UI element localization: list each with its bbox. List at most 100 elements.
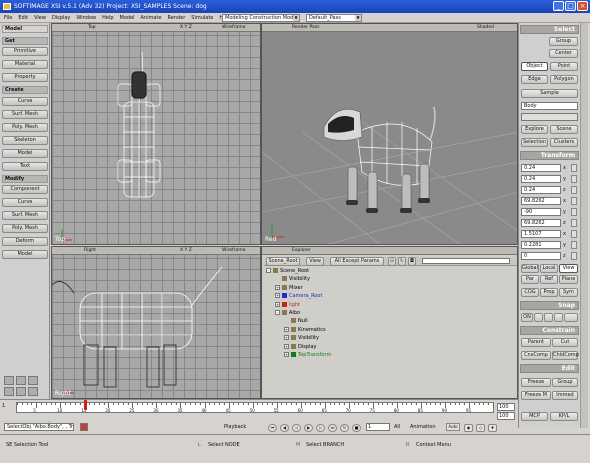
kpl-button[interactable]: KP/L (550, 412, 578, 421)
viewport-right-name[interactable]: Right (84, 247, 96, 255)
translation-y-field[interactable]: 0.2281 (521, 241, 561, 249)
edge-select-button[interactable]: Edge (521, 75, 548, 84)
menu-edit[interactable]: Edit (18, 15, 28, 21)
stop-icon[interactable]: ■ (352, 424, 361, 432)
sample-select-button[interactable]: Sample (521, 89, 578, 98)
command-line-input[interactable]: SelectObj "Aibo.Body", , True (4, 423, 74, 431)
key-remove-icon[interactable]: ◇ (476, 424, 485, 432)
last-frame-icon[interactable]: ⏭ (328, 424, 337, 432)
explorer-tree-item[interactable]: + Camera_Root (275, 293, 322, 299)
viewport-top-name[interactable]: Top (88, 24, 96, 32)
material-button[interactable]: Material (2, 60, 48, 69)
deform-button[interactable]: Deform (2, 237, 48, 246)
close-button[interactable]: × (577, 1, 588, 11)
modify-curve-button[interactable]: Curve (2, 198, 48, 207)
point-select-button[interactable]: Point (550, 62, 578, 71)
object-select-button[interactable]: Object (521, 62, 548, 71)
spinner-icon[interactable] (571, 230, 577, 238)
expand-icon[interactable]: + (275, 293, 280, 299)
spinner-icon[interactable] (571, 164, 577, 172)
viewport-render-mode[interactable]: Shaded (477, 24, 494, 32)
maximize-button[interactable]: □ (565, 1, 576, 11)
scale-y-field[interactable]: 0.24 (521, 175, 561, 183)
prop-button[interactable]: Prop (540, 288, 558, 297)
viewport-render-name[interactable]: Render Pass (292, 24, 319, 32)
explorer-tree-item[interactable]: + Mixer (275, 284, 303, 291)
explore-button[interactable]: Explore (521, 125, 548, 134)
property-button[interactable]: Property (2, 73, 48, 82)
par-ref-button[interactable]: Par (521, 275, 539, 284)
explorer-tree-item[interactable]: + Display (284, 343, 316, 350)
cut-button[interactable]: Cut (552, 338, 578, 347)
timeline-end-frame[interactable]: 100 (497, 403, 515, 411)
parent-button[interactable]: Parent (521, 338, 551, 347)
tool-icon[interactable] (4, 387, 14, 396)
mode-dropdown[interactable]: Modeling Construction Mode ▼ (222, 14, 300, 22)
spinner-icon[interactable] (571, 208, 577, 216)
spinner-icon[interactable] (571, 175, 577, 183)
loop-icon[interactable]: ↻ (340, 424, 349, 432)
menu-render[interactable]: Render (167, 15, 185, 21)
menu-file[interactable]: File (4, 15, 12, 21)
immed-button[interactable]: Immed (552, 391, 578, 400)
group-select-button[interactable]: Group (549, 37, 578, 46)
explorer-tree-item[interactable]: + TopTransform (284, 352, 331, 358)
viewport-right-mode[interactable]: Wireframe (222, 247, 245, 255)
cnscomp-button[interactable]: CnsComp (521, 351, 551, 360)
snap-point-icon[interactable] (534, 313, 543, 322)
view-ref-button[interactable]: View (559, 264, 578, 273)
sym-button[interactable]: Sym (559, 288, 578, 297)
collapse-icon[interactable]: - (266, 268, 271, 273)
model-toolbar-label[interactable]: Model (2, 25, 48, 33)
menu-model[interactable]: Model (120, 15, 135, 21)
right-panel-scrollbar[interactable] (580, 23, 588, 428)
viewport-right[interactable]: Right X Y Z Wireframe Right (51, 246, 261, 399)
create-surf-mesh-button[interactable]: Surf. Mesh (2, 110, 48, 119)
expand-icon[interactable]: + (284, 326, 289, 332)
spinner-icon[interactable] (571, 252, 577, 260)
menu-help[interactable]: Help (102, 15, 113, 21)
menu-window[interactable]: Window (76, 15, 96, 21)
explorer-tree-item[interactable]: - Aibo (275, 310, 300, 316)
spinner-icon[interactable] (571, 197, 577, 205)
create-curve-button[interactable]: Curve (2, 97, 48, 106)
options-icon[interactable]: ◘ (408, 257, 416, 266)
expand-icon[interactable]: + (284, 335, 289, 341)
modify-poly-mesh-button[interactable]: Poly. Mesh (2, 224, 48, 233)
minimize-button[interactable]: _ (553, 1, 564, 11)
ref-ref-button[interactable]: Ref (540, 275, 558, 284)
component-button[interactable]: Component (2, 185, 48, 194)
explorer-search-input[interactable] (422, 258, 510, 264)
explorer-tree-item[interactable]: Null (284, 318, 308, 324)
rotation-z-field[interactable]: 69.8262 (521, 219, 561, 227)
expand-icon[interactable]: + (275, 284, 280, 290)
key-icon[interactable]: ◆ (464, 424, 473, 432)
prev-key-icon[interactable]: ◀ (280, 424, 289, 432)
first-frame-icon[interactable]: ⏮ (268, 424, 277, 432)
selection-list-field[interactable] (521, 113, 578, 121)
refresh-icon[interactable]: ↻ (398, 257, 406, 266)
tool-icon[interactable] (28, 387, 38, 396)
spinner-icon[interactable] (571, 241, 577, 249)
filter-button[interactable]: All Except Params (330, 257, 384, 266)
explorer-tree-item[interactable]: + Visibility (284, 335, 319, 341)
snap-options-icon[interactable] (564, 313, 578, 322)
primitive-button[interactable]: Primitive (2, 47, 48, 56)
explorer-tree-item[interactable]: Visibility (275, 276, 310, 282)
pass-dropdown[interactable]: Default_Pass ▼ (306, 14, 362, 22)
collapse-icon[interactable]: - (275, 310, 280, 315)
center-select-button[interactable]: Center (549, 49, 578, 58)
tool-icon[interactable] (16, 387, 26, 396)
cog-button[interactable]: COG (521, 288, 539, 297)
edit-group-button[interactable]: Group (552, 378, 578, 387)
scope-button[interactable]: Scene_Root (266, 257, 300, 266)
viewport-top-mode[interactable]: Wireframe (222, 24, 245, 32)
current-frame-field[interactable]: 1 (366, 423, 390, 431)
local-ref-button[interactable]: Local (540, 264, 558, 273)
auto-key-button[interactable]: Auto (446, 423, 460, 431)
timeline-start-frame[interactable]: 1 (2, 403, 5, 409)
viewport-render[interactable]: Render Pass Shaded Red (261, 23, 518, 245)
menu-view[interactable]: View (34, 15, 46, 21)
timeline-total-frames[interactable]: 100 (497, 412, 515, 420)
viewport-right-axes[interactable]: X Y Z (180, 247, 192, 255)
